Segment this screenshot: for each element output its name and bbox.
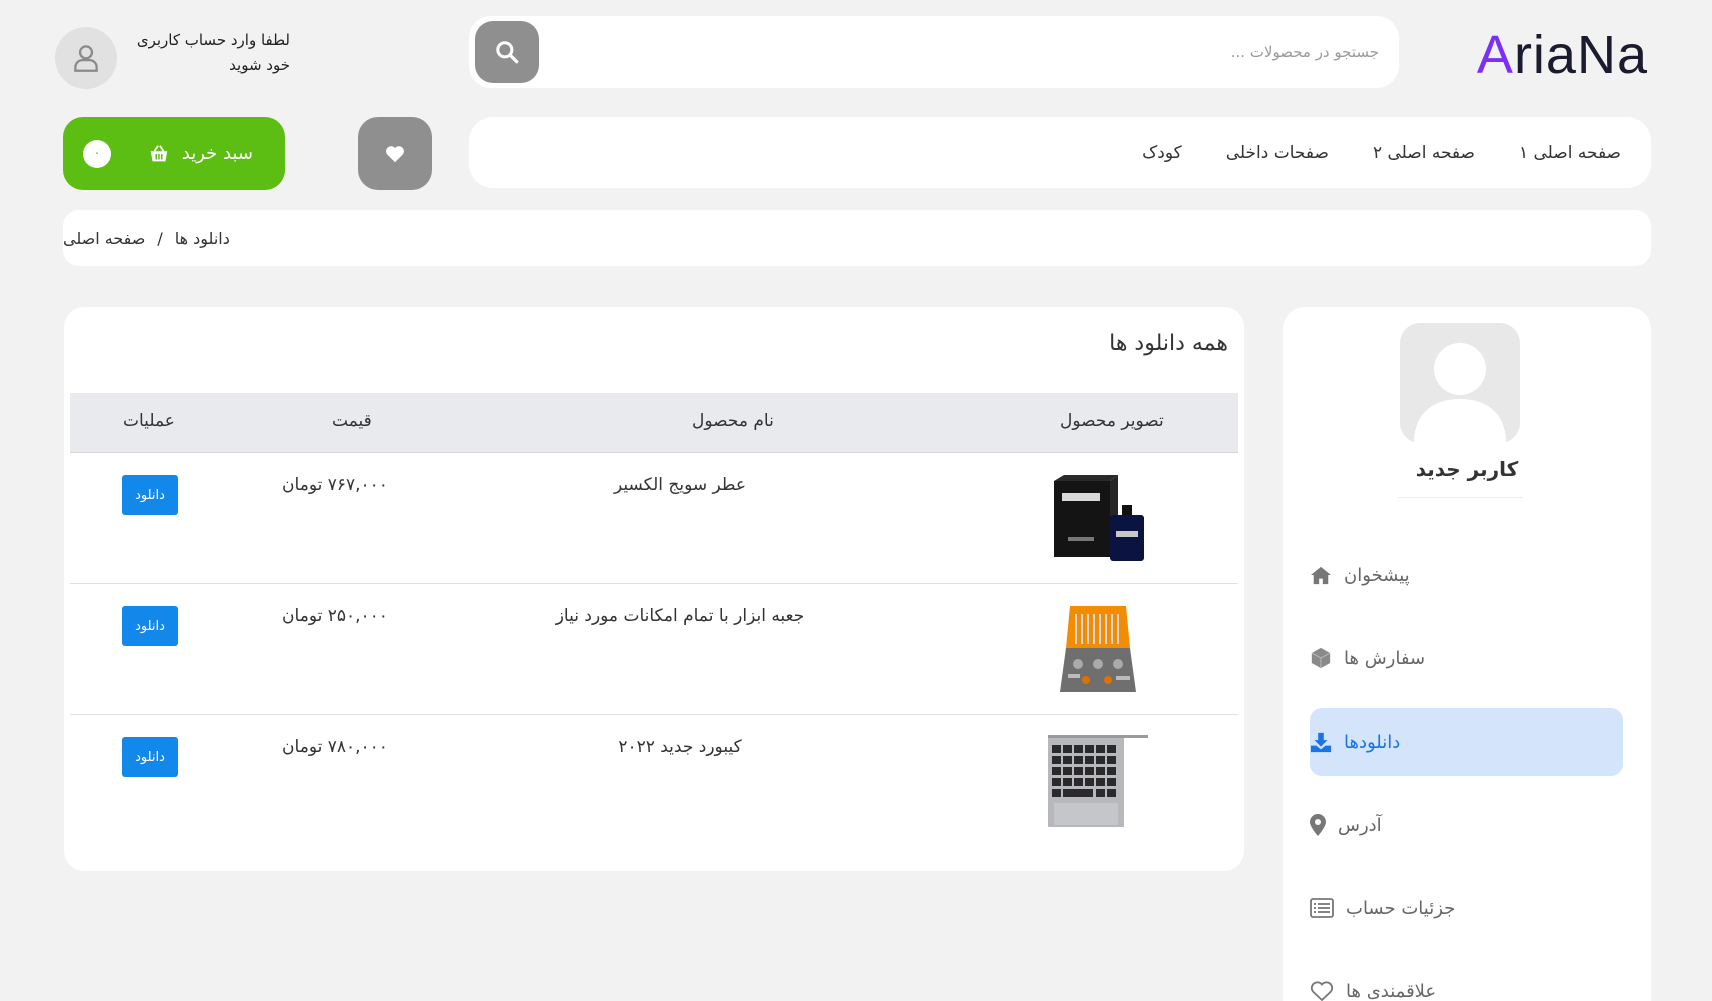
logo-letter: A [1476,25,1514,85]
user-icon [74,45,98,72]
column-header: عملیات [123,411,175,431]
basket-icon [150,144,168,161]
sidebar-item-label: پیشخوان [1344,564,1410,586]
product-name: جعبه ابزار با تمام امکانات مورد نیاز [555,606,805,626]
breadcrumb-home[interactable]: صفحه اصلی [63,229,145,248]
sidebar-item-account-details[interactable]: جزئیات حساب [1310,874,1623,942]
download-button[interactable]: دانلود [122,606,178,646]
breadcrumb-separator: / [157,228,163,248]
product-price: ۷۶۷,۰۰۰ تومان [282,475,388,495]
heart-icon [386,145,404,162]
product-image-toolbox[interactable] [1048,604,1148,696]
heart-outline-icon [1310,981,1334,1001]
sidebar-item-wishlist[interactable]: علاقمندی ها [1310,957,1623,1001]
nav-item-kids[interactable]: کودک [1142,143,1182,163]
cart-count-badge: ۰ [83,139,111,168]
search-bar [469,16,1399,88]
sidebar-item-dashboard[interactable]: پیشخوان [1310,541,1623,609]
main-nav: صفحه اصلی ۱ صفحه اصلی ۲ صفحات داخلی کودک [469,117,1651,188]
cart-button[interactable]: ۰ سبد خرید [63,117,285,190]
product-price: ۲۵۰,۰۰۰ تومان [282,606,388,626]
table-header: تصویر محصول نام محصول قیمت عملیات [70,393,1238,453]
download-button[interactable]: دانلود [122,475,178,515]
box-icon [1311,647,1331,669]
nav-item-inner-pages[interactable]: صفحات داخلی [1226,143,1329,163]
profile-name: کاربر جدید [1415,457,1519,481]
logo-text: riaNa [1513,25,1648,85]
table-row: کیبورد جدید ۲۰۲۲ ۷۸۰,۰۰۰ تومان دانلود [70,715,1238,846]
product-image-perfume[interactable] [1048,473,1148,565]
sidebar-item-label: دانلودها [1344,731,1401,753]
table-row: جعبه ابزار با تمام امکانات مورد نیاز ۲۵۰… [70,584,1238,715]
map-pin-icon [1310,814,1326,836]
search-input[interactable] [539,16,1399,88]
sidebar-item-label: جزئیات حساب [1346,897,1456,919]
sidebar-item-downloads[interactable]: دانلودها [1310,708,1623,776]
downloads-table: تصویر محصول نام محصول قیمت عملیات عطر سو… [70,393,1238,846]
download-button[interactable]: دانلود [122,737,178,777]
nav-item-home-1[interactable]: صفحه اصلی ۱ [1519,143,1621,163]
home-icon [1311,566,1331,585]
nav-item-home-2[interactable]: صفحه اصلی ۲ [1373,143,1475,163]
product-name: کیبورد جدید ۲۰۲۲ [618,737,742,757]
panel-title: همه دانلود ها [1109,331,1228,356]
account-sidebar: کاربر جدید پیشخوان سفارش ها دانلودها آدر… [1283,307,1651,1001]
product-image-keyboard[interactable] [1048,735,1148,827]
downloads-panel: همه دانلود ها تصویر محصول نام محصول قیمت… [64,307,1244,871]
favorites-button[interactable] [358,117,432,190]
breadcrumb: صفحه اصلی / دانلود ها [63,210,1651,266]
column-header: تصویر محصول [1060,411,1164,431]
divider [1398,497,1523,498]
search-icon [496,41,519,64]
user-avatar-button[interactable] [55,27,117,89]
list-icon [1310,898,1334,918]
search-button[interactable] [475,21,539,83]
sidebar-item-label: آدرس [1338,814,1382,836]
profile-avatar [1400,323,1520,443]
cart-label: سبد خرید [181,143,253,164]
user-silhouette-icon [1414,343,1506,443]
sidebar-item-address[interactable]: آدرس [1310,791,1623,859]
table-row: عطر سویج الکسیر ۷۶۷,۰۰۰ تومان دانلود [70,453,1238,584]
column-header: نام محصول [692,411,774,431]
sidebar-item-label: سفارش ها [1344,647,1426,669]
login-prompt[interactable]: لطفا وارد حساب کاربری خود شوید [130,28,290,78]
column-header: قیمت [332,411,372,431]
sidebar-item-label: علاقمندی ها [1346,980,1437,1001]
product-name: عطر سویج الکسیر [614,475,746,495]
site-logo[interactable]: AriaNa [1477,24,1648,86]
product-price: ۷۸۰,۰۰۰ تومان [282,737,388,757]
sidebar-item-orders[interactable]: سفارش ها [1310,624,1623,692]
download-icon [1310,732,1332,753]
breadcrumb-current: دانلود ها [174,228,230,248]
